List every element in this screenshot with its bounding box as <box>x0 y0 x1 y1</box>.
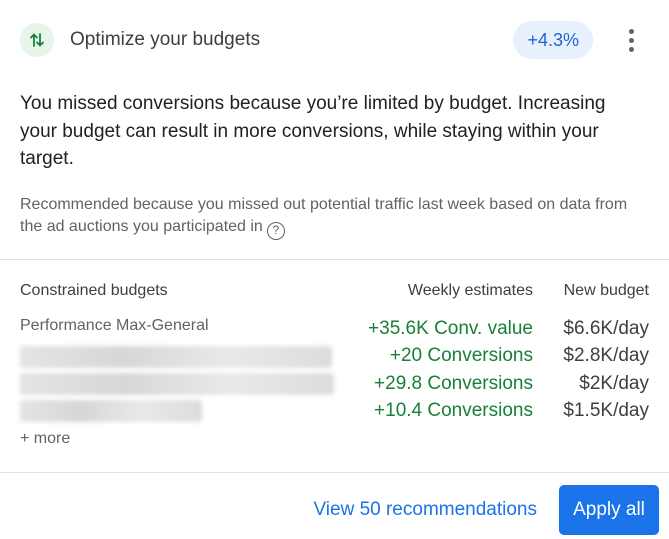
new-budget-value: $1.5K/day <box>563 400 649 421</box>
redacted-campaign-name <box>20 373 334 395</box>
apply-all-button[interactable]: Apply all <box>559 485 659 535</box>
up-down-arrows-icon <box>20 23 54 57</box>
recommendation-headline: You missed conversions because you’re li… <box>20 93 606 169</box>
card-title: Optimize your budgets <box>70 29 261 50</box>
campaign-name: Performance Max-General <box>20 317 209 334</box>
new-budget-value: $2.8K/day <box>563 345 649 366</box>
uplift-badge: +4.3% <box>513 21 593 59</box>
divider <box>0 259 669 260</box>
recommendation-reason: Recommended because you missed out poten… <box>20 194 650 240</box>
show-more-link[interactable]: + more <box>20 430 70 448</box>
recommendation-card: Optimize your budgets +4.3% You missed c… <box>0 0 669 539</box>
column-header-constrained-budgets: Constrained budgets <box>20 282 168 299</box>
card-header: Optimize your budgets +4.3% <box>20 20 649 60</box>
weekly-estimate: +35.6K Conv. value <box>368 318 533 339</box>
column-header-new-budget: New budget <box>563 282 649 299</box>
reason-text: Recommended because you missed out poten… <box>20 196 628 235</box>
help-circle-icon[interactable]: ? <box>266 222 285 240</box>
view-recommendations-link[interactable]: View 50 recommendations <box>313 499 537 521</box>
new-budget-value: $2K/day <box>579 373 649 394</box>
divider <box>0 472 669 473</box>
weekly-estimate: +29.8 Conversions <box>374 373 533 394</box>
new-budget-value: $6.6K/day <box>563 318 649 339</box>
weekly-estimate: +20 Conversions <box>389 345 533 366</box>
more-vert-icon[interactable] <box>621 26 641 54</box>
weekly-estimate: +10.4 Conversions <box>374 400 533 421</box>
redacted-campaign-name <box>20 400 202 422</box>
column-header-weekly-estimates: Weekly estimates <box>407 282 533 299</box>
redacted-campaign-name <box>20 346 332 368</box>
